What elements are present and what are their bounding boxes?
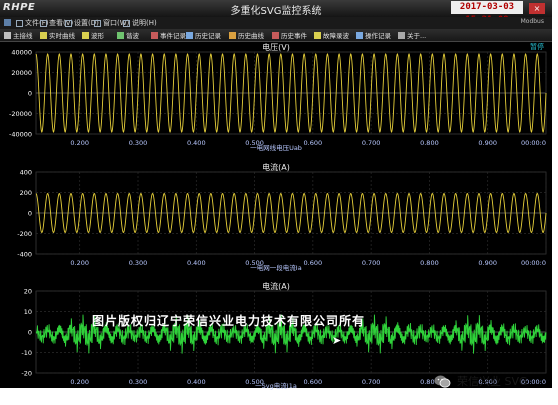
toolbar-button-0[interactable]: 主接线 xyxy=(4,30,33,40)
toolbar-button-10[interactable]: 关于... xyxy=(398,30,426,40)
help-icon xyxy=(123,19,130,27)
menu-item-label: 说明(H) xyxy=(132,19,157,27)
toolbar-button-4[interactable]: 事件记录 xyxy=(151,30,186,40)
history-event-icon xyxy=(272,31,279,39)
toolbar-button-1[interactable]: 实时曲线 xyxy=(40,30,75,40)
mouse-cursor-icon: ➤ xyxy=(332,334,342,347)
plot-frame xyxy=(35,290,547,374)
about-icon xyxy=(398,31,405,39)
series-line xyxy=(35,53,547,133)
toolbar-button-label: 历史事件 xyxy=(281,32,307,40)
toolbar-button-5[interactable]: 历史记录 xyxy=(186,30,221,40)
y-tick-label: -40000 xyxy=(9,131,32,139)
y-tick-label: -10 xyxy=(21,349,32,357)
copyright-watermark: 图片版权归辽宁荣信兴业电力技术有限公司所有 xyxy=(92,314,366,328)
chart-1: 4002000-200-4000.200 0.300 0.400 0.500 0.600… xyxy=(17,169,547,267)
realtime-curve-icon xyxy=(40,31,47,39)
toolbar-button-2[interactable]: 波形 xyxy=(82,30,104,40)
y-tick-label: 200 xyxy=(20,189,32,197)
toolbar: 主接线 实时曲线 波形 谐波 事件记录 历史记录 历史曲线 历史事件 故障录波 操作记录 关于... xyxy=(0,29,552,42)
operation-log-icon xyxy=(356,31,363,39)
y-tick-label: 0 xyxy=(28,210,32,218)
clock-display: 2017-03-03 15:21:09 xyxy=(451,1,523,25)
y-tick-label: -400 xyxy=(17,251,32,259)
chart-title: 电流(A) xyxy=(262,163,290,172)
toolbar-button-label: 主接线 xyxy=(13,32,33,40)
toolbar-button-label: 操作记录 xyxy=(365,32,391,40)
document-icon xyxy=(16,19,23,27)
event-log-icon xyxy=(151,31,158,39)
modbus-status: Modbus xyxy=(520,18,544,25)
history-curve-icon xyxy=(229,31,236,39)
menu-item-4[interactable]: 说明(H) xyxy=(123,18,157,28)
y-tick-label: 0 xyxy=(28,329,32,337)
window-icon xyxy=(94,19,101,27)
toolbar-button-label: 波形 xyxy=(91,32,104,40)
chart-title: 电压(V) xyxy=(262,43,290,52)
harmonic-icon xyxy=(117,31,124,39)
toolbar-button-label: 谐波 xyxy=(126,32,139,40)
title-bar: RHPE 多重化SVG监控系统 2017-03-03 15:21:09 × xyxy=(0,0,552,25)
wechat-icon xyxy=(434,375,451,388)
y-tick-label: -20 xyxy=(21,370,32,378)
toolbar-button-label: 故障录波 xyxy=(323,32,349,40)
toolbar-button-label: 事件记录 xyxy=(160,32,186,40)
toolbar-button-7[interactable]: 历史事件 xyxy=(272,30,307,40)
view-icon xyxy=(40,19,47,27)
toolbar-button-label: 实时曲线 xyxy=(49,32,75,40)
chart-legend-caption: 一电网线电压Uab xyxy=(250,144,302,152)
y-tick-label: -200 xyxy=(17,230,32,238)
close-window-button[interactable]: × xyxy=(529,3,545,14)
y-tick-label: -20000 xyxy=(9,110,32,118)
toolbar-button-label: 历史曲线 xyxy=(238,32,264,40)
chart-legend-caption: 一电网一段电流Ia xyxy=(250,264,302,272)
chart-title: 电流(A) xyxy=(262,282,290,291)
history-log-icon xyxy=(186,31,193,39)
chart-2: 20100-10-200.200 0.300 0.400 0.500 0.600 0.70… xyxy=(21,288,547,386)
toolbar-button-3[interactable]: 谐波 xyxy=(117,30,139,40)
waveform-icon xyxy=(82,31,89,39)
brand-badge: 荣信兴业 SVG xyxy=(434,373,528,389)
settings-icon xyxy=(65,19,72,27)
chart-0: 40000200000-20000-400000.200 0.300 0.400 0.… xyxy=(9,49,547,147)
toolbar-button-label: 历史记录 xyxy=(195,32,221,40)
toolbar-button-8[interactable]: 故障录波 xyxy=(314,30,349,40)
app-menu-icon[interactable] xyxy=(4,19,11,26)
brand-name: 荣信兴业 SVG xyxy=(457,375,528,388)
y-tick-label: 10 xyxy=(24,308,32,316)
y-tick-label: 0 xyxy=(28,90,32,98)
fault-record-icon xyxy=(314,31,321,39)
y-tick-label: 20000 xyxy=(11,69,32,77)
toolbar-button-label: 关于... xyxy=(407,32,427,40)
plot-frame xyxy=(35,171,547,255)
plot-frame xyxy=(35,51,547,135)
svg-monitor-window: RHPE 多重化SVG监控系统 2017-03-03 15:21:09 × 文件… xyxy=(0,0,552,390)
series-line xyxy=(35,192,547,234)
toolbar-button-9[interactable]: 操作记录 xyxy=(356,30,391,40)
toolbar-button-6[interactable]: 历史曲线 xyxy=(229,30,264,40)
wiring-icon xyxy=(4,31,11,39)
menu-bar: 文件(F) 查看(V) 设置(D) 窗口(W) 说明(H) Modbus xyxy=(0,17,552,29)
